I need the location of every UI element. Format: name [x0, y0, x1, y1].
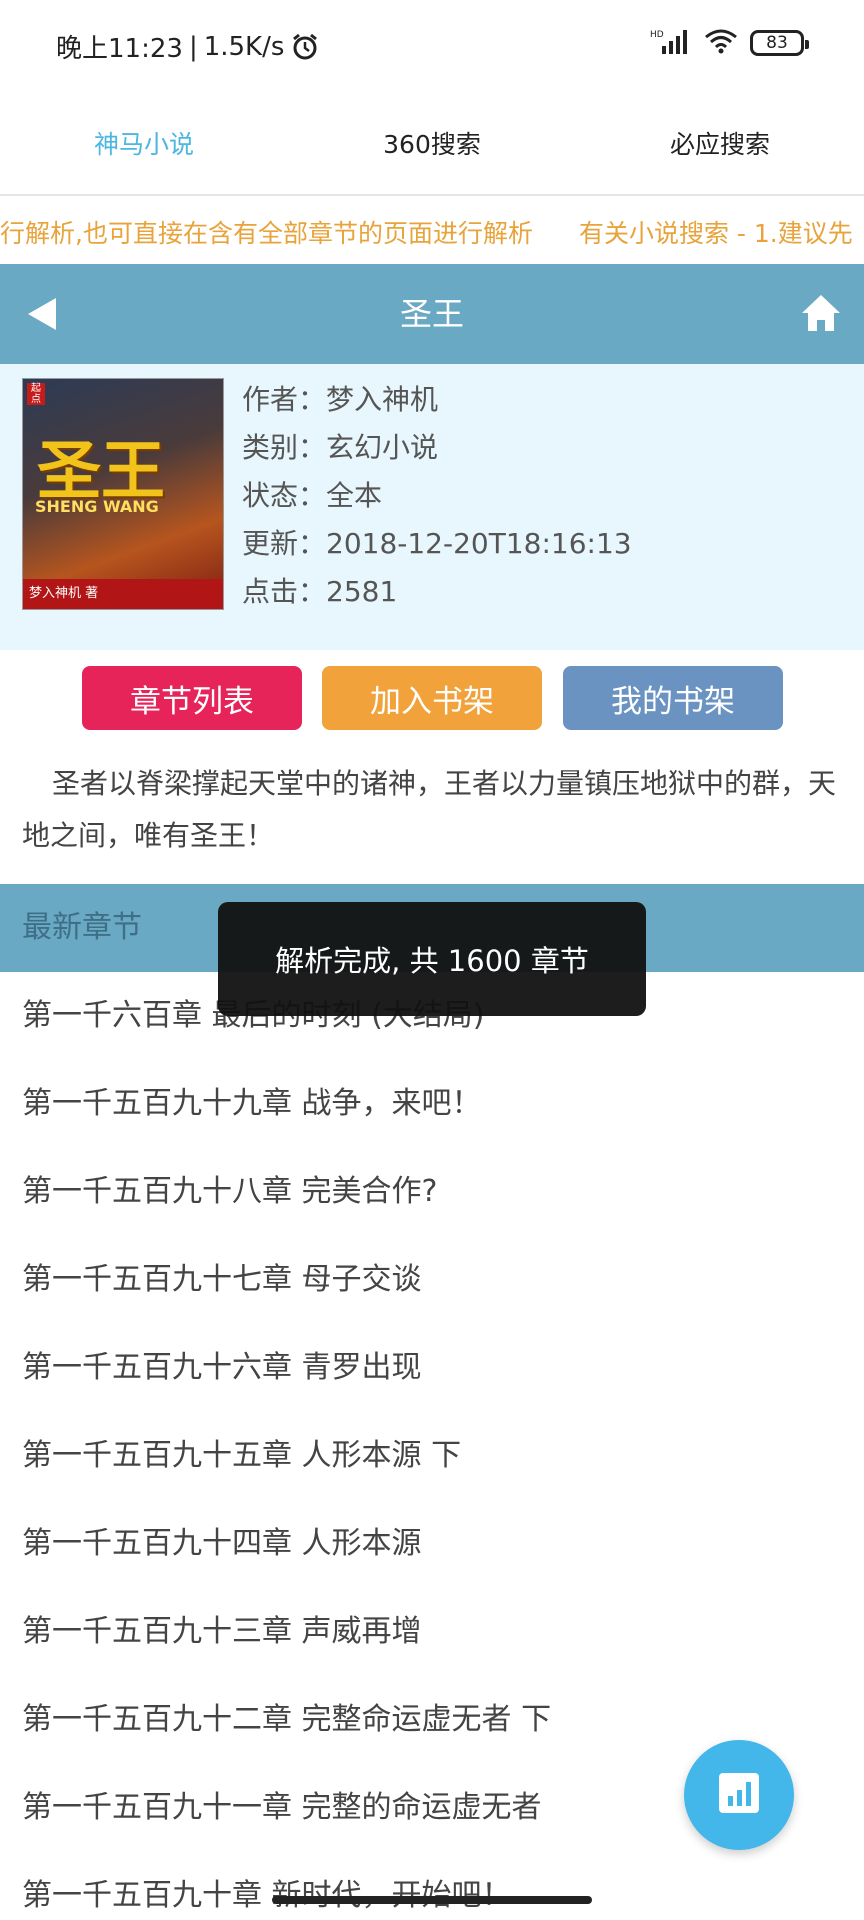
hd-label: HD: [650, 30, 664, 40]
cover-title: 圣王: [37, 435, 165, 509]
home-icon[interactable]: [798, 290, 844, 336]
book-category: 类别：玄幻小说: [242, 431, 439, 464]
title-bar: 圣王: [0, 264, 864, 364]
stats-fab-button[interactable]: [684, 1740, 794, 1850]
book-description: 圣者以脊梁撑起天堂中的诸神，王者以力量镇压地狱中的群，天地之间，唯有圣王！: [22, 767, 837, 852]
alarm-icon: [290, 32, 320, 62]
status-left: 晚上11:23 | 1.5K/s: [56, 28, 320, 65]
notice-text-1: 行解析,也可直接在含有全部章节的页面进行解析: [0, 219, 533, 248]
network-speed: 1.5K/s: [203, 31, 285, 62]
home-indicator[interactable]: [272, 1896, 592, 1904]
my-shelf-button[interactable]: 我的书架: [563, 666, 783, 730]
cover-author: 梦入神机 著: [23, 579, 223, 609]
parse-complete-toast: 解析完成, 共 1600 章节: [218, 902, 646, 1016]
chapter-item[interactable]: 第一千五百九十三章 声威再增: [0, 1588, 864, 1676]
chapter-item[interactable]: 第一千五百九十八章 完美合作?: [0, 1148, 864, 1236]
battery-indicator: 83: [750, 30, 809, 56]
book-cover[interactable]: 起点 圣王 SHENG WANG 梦入神机 著: [22, 378, 224, 610]
page-title: 圣王: [399, 295, 464, 333]
book-updated: 更新：2018-12-20T18:16:13: [242, 527, 632, 560]
tab-shenma[interactable]: 神马小说: [0, 92, 288, 194]
chapter-item[interactable]: 第一千五百九十九章 战争，来吧！: [0, 1060, 864, 1148]
engine-tabs: 神马小说 360搜索 必应搜索: [0, 92, 864, 196]
latest-chapters-title: 最新章节: [22, 910, 142, 945]
status-time: 晚上11:23: [56, 34, 183, 64]
notice-text-2: 有关小说搜索 - 1.建议先: [578, 219, 853, 248]
chapter-item[interactable]: 第一千五百九十五章 人形本源 下: [0, 1412, 864, 1500]
tab-bing[interactable]: 必应搜索: [576, 92, 864, 194]
status-bar: 晚上11:23 | 1.5K/s HD 83: [0, 0, 864, 92]
chapter-item[interactable]: 第一千五百九十四章 人形本源: [0, 1500, 864, 1588]
cover-seal: 起点: [27, 383, 45, 405]
status-right: HD 83: [650, 28, 809, 58]
chapter-item[interactable]: 第一千五百九十章 新时代，开始吧！: [0, 1852, 864, 1920]
stats-icon: [716, 1770, 762, 1820]
book-status: 状态：全本: [242, 479, 383, 512]
notice-marquee: 行解析,也可直接在含有全部章节的页面进行解析 有关小说搜索 - 1.建议先: [0, 198, 864, 264]
book-clicks: 点击：2581: [242, 575, 398, 608]
chapter-list-button[interactable]: 章节列表: [82, 666, 302, 730]
tab-360[interactable]: 360搜索: [288, 92, 576, 194]
wifi-icon: [704, 28, 738, 58]
status-separator: |: [188, 31, 198, 62]
book-author: 作者：梦入神机: [242, 383, 439, 416]
chapter-item[interactable]: 第一千五百九十七章 母子交谈: [0, 1236, 864, 1324]
back-arrow-icon[interactable]: [20, 292, 64, 336]
action-buttons: 章节列表 加入书架 我的书架: [0, 666, 864, 730]
chapter-item[interactable]: 第一千五百九十六章 青罗出现: [0, 1324, 864, 1412]
cover-subtitle: SHENG WANG: [35, 497, 159, 516]
book-info: 起点 圣王 SHENG WANG 梦入神机 著 作者：梦入神机 类别：玄幻小说 …: [0, 364, 864, 650]
add-to-shelf-button[interactable]: 加入书架: [322, 666, 542, 730]
signal-icon: HD: [650, 28, 692, 58]
book-meta: 作者：梦入神机 类别：玄幻小说 状态：全本 更新：2018-12-20T18:1…: [242, 376, 632, 616]
notice-track: 行解析,也可直接在含有全部章节的页面进行解析 有关小说搜索 - 1.建议先: [0, 214, 853, 250]
